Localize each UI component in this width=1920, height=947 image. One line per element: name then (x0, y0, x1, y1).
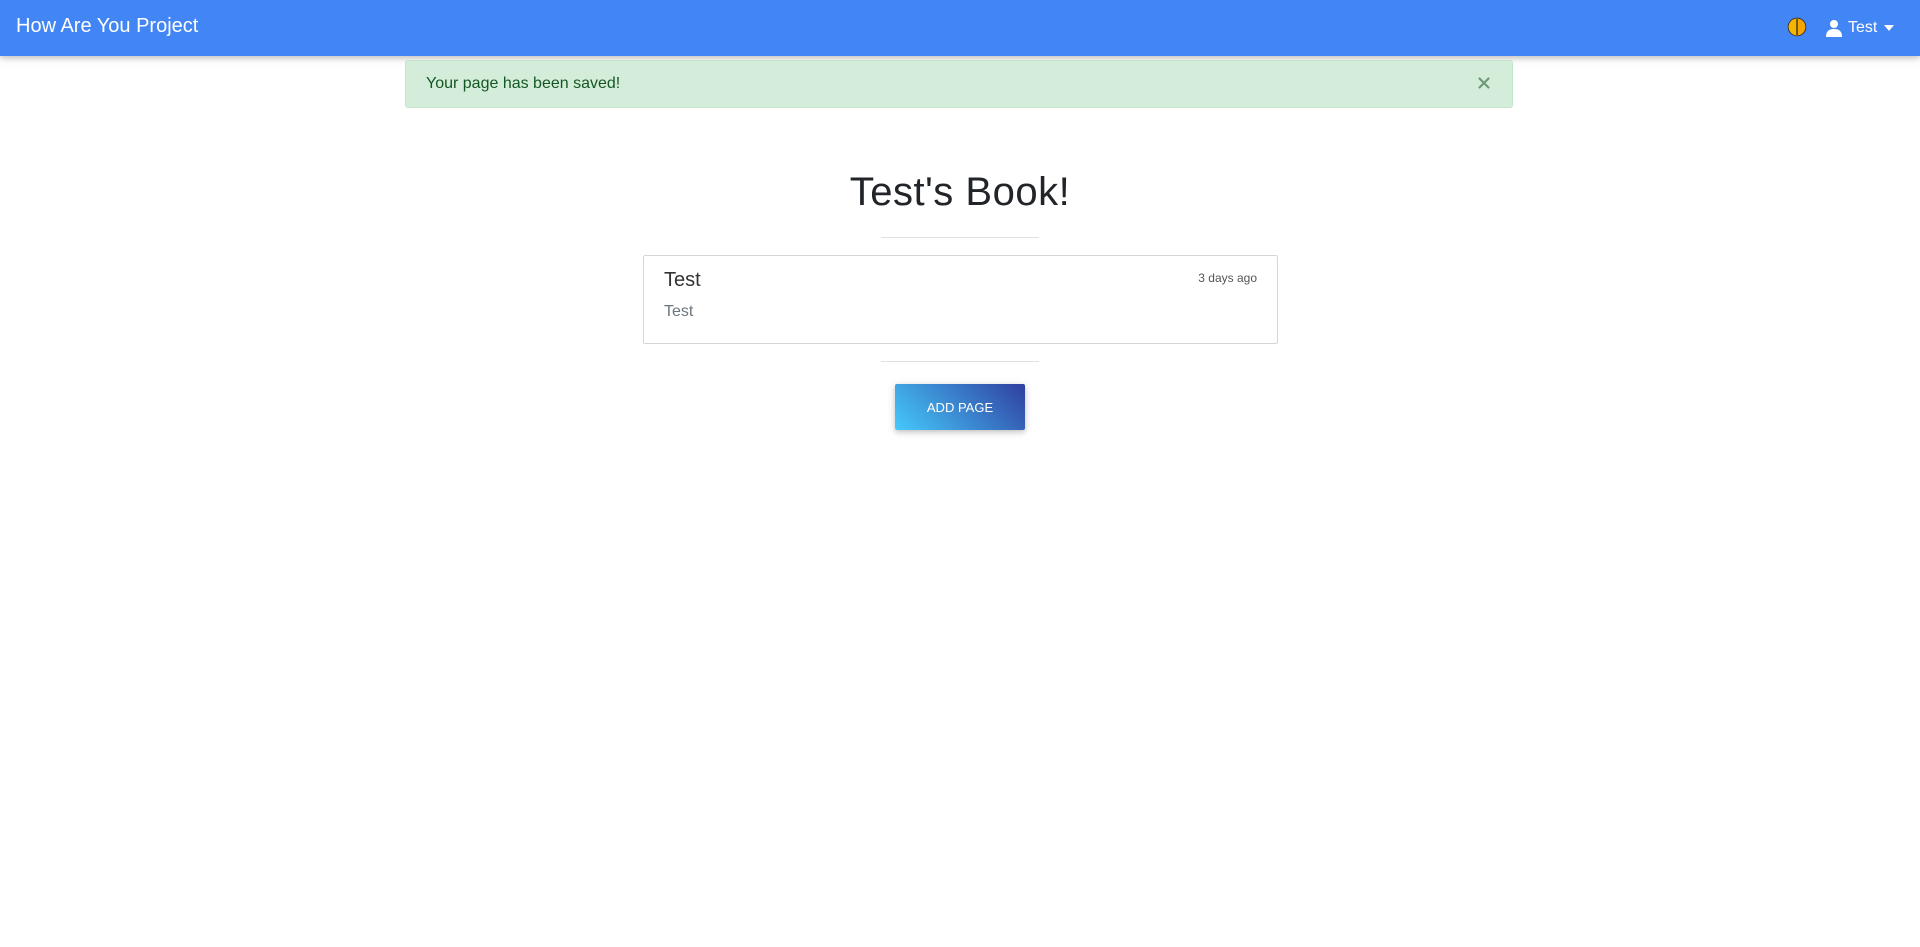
book-title: Test's Book! (849, 170, 1071, 214)
divider (881, 237, 1039, 238)
page-card-body: Test (664, 303, 694, 320)
user-dropdown[interactable]: Test (1826, 16, 1895, 40)
user-icon (1826, 19, 1842, 37)
add-page-button[interactable]: ADD PAGE (895, 384, 1025, 430)
success-alert: Your page has been saved! (405, 60, 1513, 108)
navbar: How Are You Project Test (0, 0, 1920, 56)
page-card-title: Test (664, 269, 701, 291)
caret-down-icon (1884, 25, 1895, 31)
page-card[interactable]: Test 3 days ago Test (643, 255, 1278, 344)
page-card-timestamp: 3 days ago (1198, 271, 1257, 285)
user-name: Test (1848, 19, 1878, 36)
divider (881, 361, 1039, 362)
close-icon[interactable] (1472, 71, 1496, 95)
alert-message: Your page has been saved! (426, 75, 621, 92)
brand-link[interactable]: How Are You Project (16, 15, 198, 38)
theme-toggle-icon[interactable] (1787, 17, 1807, 37)
